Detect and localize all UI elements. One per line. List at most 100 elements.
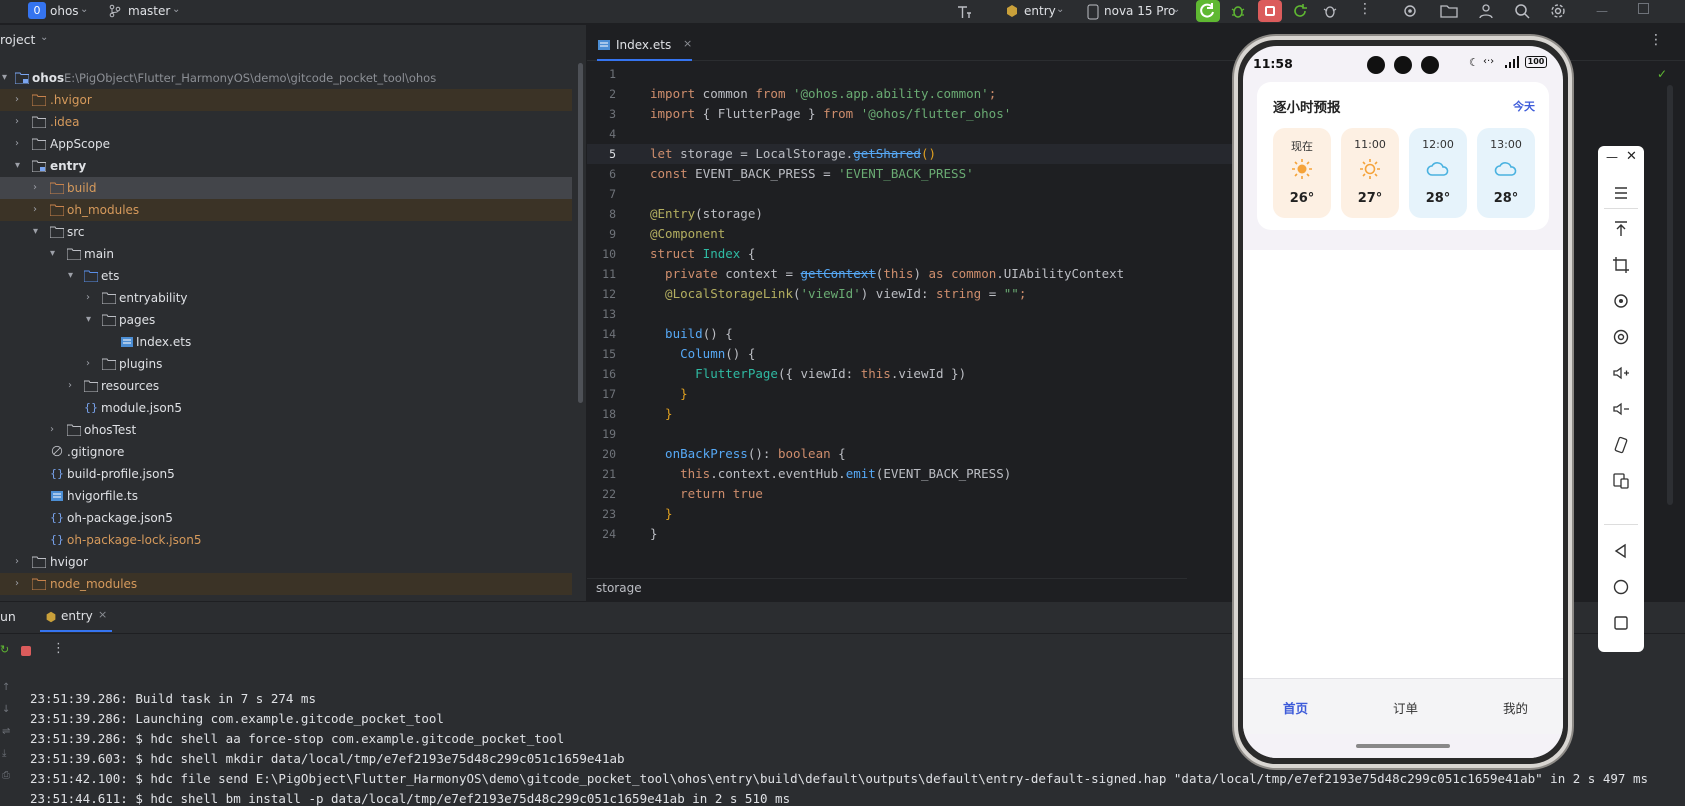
today-link[interactable]: 今天	[1513, 98, 1535, 114]
nav-tab-mine[interactable]: 我的	[1503, 698, 1528, 717]
run-button[interactable]	[1196, 0, 1220, 22]
close-icon[interactable]: ✕	[1626, 149, 1637, 164]
tree-item[interactable]: ▾ ets	[0, 265, 572, 287]
divider	[1604, 524, 1638, 525]
close-icon[interactable]: ×	[683, 37, 692, 50]
multi-device-icon[interactable]	[1612, 472, 1630, 490]
folder-icon	[67, 248, 81, 260]
tree-item[interactable]: {} oh-package-lock.json5	[0, 529, 572, 551]
breadcrumb[interactable]: storage	[596, 581, 642, 595]
home-indicator[interactable]	[1356, 744, 1450, 748]
tree-item[interactable]: › oh_modules	[0, 199, 572, 221]
apply-changes-icon[interactable]	[1292, 3, 1308, 19]
card-title: 逐小时预报	[1273, 100, 1341, 116]
tree-item[interactable]: › build	[0, 177, 572, 199]
tree-item[interactable]: {} oh-package.json5	[0, 507, 572, 529]
run-tab[interactable]: entry ×	[40, 602, 112, 632]
minimize-icon[interactable]: —	[1606, 150, 1618, 164]
run-config-name[interactable]: entry	[1024, 4, 1056, 18]
stop-icon[interactable]	[21, 646, 31, 656]
more-vertical-icon[interactable]: ⋮	[52, 641, 65, 656]
tree-item[interactable]: › .idea	[0, 111, 572, 133]
folder-icon	[67, 424, 81, 436]
bug-icon[interactable]	[1322, 3, 1338, 19]
chevron-down-icon[interactable]: ⌄	[1056, 4, 1064, 15]
tree-item[interactable]: › ohosTest	[0, 419, 572, 441]
chevron-down-icon[interactable]: ⌄	[1172, 4, 1180, 15]
folder-icon	[102, 292, 116, 304]
tree-item[interactable]: › entryability	[0, 287, 572, 309]
nav-tab-orders[interactable]: 订单	[1393, 698, 1418, 717]
tree-root[interactable]: ▾ ohos E:\PigObject\Flutter_HarmonyOS\de…	[0, 67, 572, 89]
code-line: import { FlutterPage } from '@ohos/flutt…	[650, 106, 1012, 121]
hour-card[interactable]: 现在 26°	[1273, 128, 1331, 218]
tree-root-label: ohos	[32, 71, 65, 85]
volume-down-icon[interactable]	[1612, 400, 1630, 418]
back-icon[interactable]	[1612, 542, 1630, 560]
pin-top-icon[interactable]	[1612, 220, 1630, 238]
tree-item[interactable]: ▾ main	[0, 243, 572, 265]
project-badge[interactable]: 0	[28, 2, 46, 19]
device-name[interactable]: nova 15 Pro	[1104, 4, 1175, 18]
project-name[interactable]: ohos	[50, 4, 79, 18]
phone-screen[interactable]: 11:58 ☾ ‹·› 100 逐小时预报 今天 现在 26° 11:00 27…	[1243, 46, 1563, 758]
hour-card[interactable]: 12:00 28°	[1409, 128, 1467, 218]
volume-up-icon[interactable]	[1612, 364, 1630, 382]
run-panel-title[interactable]: un	[0, 609, 16, 624]
search-icon[interactable]	[1514, 3, 1530, 19]
project-panel: roject ⌄ ▾ ohos E:\PigObject\Flutter_Har…	[0, 25, 586, 601]
print-icon[interactable]: ⎙	[2, 765, 10, 787]
crop-icon[interactable]	[1612, 256, 1630, 274]
debug-icon[interactable]	[1230, 3, 1246, 19]
device-manager-icon[interactable]	[1402, 3, 1418, 19]
chevron-down-icon[interactable]: ⌄	[40, 32, 48, 43]
nav-tab-home[interactable]: 首页	[1283, 698, 1308, 717]
tree-item[interactable]: {} module.json5	[0, 397, 572, 419]
more-vertical-icon[interactable]: ⋮	[1649, 32, 1663, 48]
branch-name[interactable]: master	[128, 4, 170, 18]
tree-item[interactable]: Index.ets	[0, 331, 572, 353]
chevron-down-icon[interactable]: ⌄	[80, 4, 88, 15]
stop-button[interactable]	[1258, 0, 1282, 22]
rotate-icon[interactable]	[1612, 292, 1630, 310]
source-folder-icon	[84, 270, 98, 282]
tree-item[interactable]: hvigorfile.ts	[0, 485, 572, 507]
tree-item[interactable]: › .hvigor	[0, 89, 572, 111]
tree-item[interactable]: .gitignore	[0, 441, 572, 463]
project-panel-title[interactable]: roject	[0, 32, 35, 47]
folder-search-icon[interactable]	[1440, 3, 1458, 19]
scrollbar[interactable]	[578, 63, 583, 403]
minimize-icon[interactable]: —	[1596, 4, 1608, 18]
hour-card[interactable]: 13:00 28°	[1477, 128, 1535, 218]
account-icon[interactable]	[1478, 3, 1494, 19]
editor-tab[interactable]: Index.ets ×	[597, 31, 692, 61]
rotate-device-icon[interactable]	[1612, 436, 1630, 454]
tree-item[interactable]: › AppScope	[0, 133, 572, 155]
recents-icon[interactable]	[1612, 614, 1630, 632]
scrollbar[interactable]	[1667, 85, 1673, 505]
chevron-down-icon[interactable]: ▾	[2, 67, 14, 89]
chevron-down-icon[interactable]: ⌄	[172, 4, 180, 15]
rerun-icon[interactable]: ↻	[0, 643, 9, 656]
tree-item[interactable]: {} build-profile.json5	[0, 463, 572, 485]
arrow-up-icon[interactable]: ↑	[2, 677, 10, 699]
tree-item[interactable]: › hvigor	[0, 551, 572, 573]
close-icon[interactable]: ×	[98, 608, 107, 621]
hour-card[interactable]: 11:00 27°	[1341, 128, 1399, 218]
home-icon[interactable]	[1612, 578, 1630, 596]
tree-item[interactable]: › node_modules	[0, 573, 572, 595]
scroll-end-icon[interactable]: ⤓	[2, 743, 10, 765]
text-format-icon[interactable]	[956, 4, 972, 20]
more-vertical-icon[interactable]: ⋮	[1358, 1, 1372, 17]
arrow-down-icon[interactable]: ↓	[2, 699, 10, 721]
tree-item[interactable]: ▾ pages	[0, 309, 572, 331]
location-icon[interactable]	[1612, 328, 1630, 346]
tree-item[interactable]: ▾ src	[0, 221, 572, 243]
maximize-icon[interactable]	[1638, 3, 1649, 14]
wrap-icon[interactable]: ⇌	[2, 721, 10, 743]
tree-item[interactable]: › resources	[0, 375, 572, 397]
settings-gear-icon[interactable]	[1550, 3, 1566, 19]
tree-item[interactable]: › plugins	[0, 353, 572, 375]
menu-icon[interactable]	[1612, 184, 1630, 202]
tree-item[interactable]: ▾ entry	[0, 155, 572, 177]
